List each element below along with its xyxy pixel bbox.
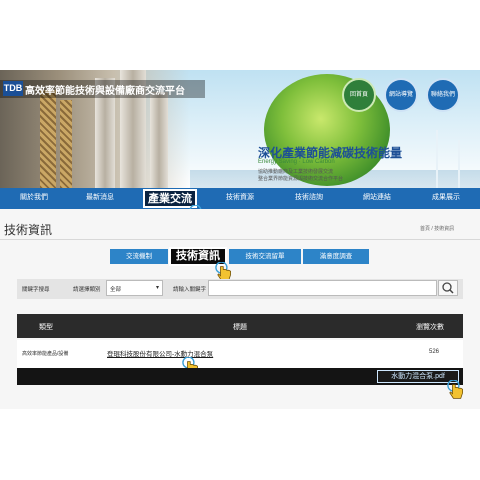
page-bottom <box>0 409 480 480</box>
chevron-down-icon: ▾ <box>155 285 159 291</box>
tab-exchange-form[interactable]: 技術交流留單 <box>229 249 301 264</box>
tdb-logo[interactable]: TDB <box>3 81 23 96</box>
search-icon <box>442 282 454 294</box>
keyword-input-label: 請輸入關鍵字 <box>173 287 207 293</box>
nav-item-about[interactable]: 關於我們 <box>20 192 48 202</box>
category-select-value: 全部 <box>110 287 122 293</box>
cell-views: 526 <box>429 349 440 355</box>
site-title[interactable]: 高效率節能技術與設備廠商交流平台 <box>25 82 185 97</box>
table-row <box>17 340 463 368</box>
page-title: 技術資訊 <box>4 223 53 237</box>
nav-item-links[interactable]: 網站連結 <box>363 192 391 202</box>
category-select-label: 請選擇類別 <box>73 287 101 293</box>
divider <box>0 239 480 240</box>
category-select[interactable]: 全部 ▾ <box>106 280 163 296</box>
search-button[interactable] <box>438 280 458 296</box>
contact-button[interactable]: 聯絡我們 <box>426 78 460 112</box>
tab-satisfaction-survey[interactable]: 滿意度調查 <box>303 249 369 264</box>
banner-slogan-en: Energy Saving · Low Carbon <box>258 159 335 165</box>
sitemap-button[interactable]: 網站導覽 <box>384 78 418 112</box>
plant-tower <box>40 90 56 188</box>
home-button[interactable]: 回首頁 <box>342 78 376 112</box>
breadcrumb[interactable]: 首頁 / 技術資訊 <box>420 225 454 232</box>
hand-cursor-icon <box>447 380 463 399</box>
plant-tower <box>60 100 72 188</box>
tab-exchange-mechanism[interactable]: 交流機制 <box>110 249 168 264</box>
nav-item-results[interactable]: 成果展示 <box>432 192 460 202</box>
nav-item-news[interactable]: 最新消息 <box>86 192 114 202</box>
nav-item-resources[interactable]: 技術資源 <box>226 192 254 202</box>
keyword-search-label: 關鍵字搜尋 <box>22 287 50 293</box>
banner-subline: 協助推動廠商及工業技術發展交流 <box>258 169 334 175</box>
main-nav: 關於我們 最新消息 技術資源 技術諮詢 網站連結 成果展示 <box>0 188 480 209</box>
wind-turbine <box>458 140 460 188</box>
column-header-title: 標題 <box>233 324 247 331</box>
nav-item-consulting[interactable]: 技術諮詢 <box>295 192 323 202</box>
column-header-views: 瀏覽次數 <box>416 324 444 331</box>
column-header-type: 類型 <box>39 324 53 331</box>
cell-type: 高效率節能產品/設備 <box>22 351 69 357</box>
plant-stack <box>150 92 168 188</box>
wind-turbine <box>436 130 438 188</box>
banner-subline: 整合業界節能資源與技術交流合作平台 <box>258 176 344 182</box>
keyword-input[interactable] <box>208 280 437 296</box>
